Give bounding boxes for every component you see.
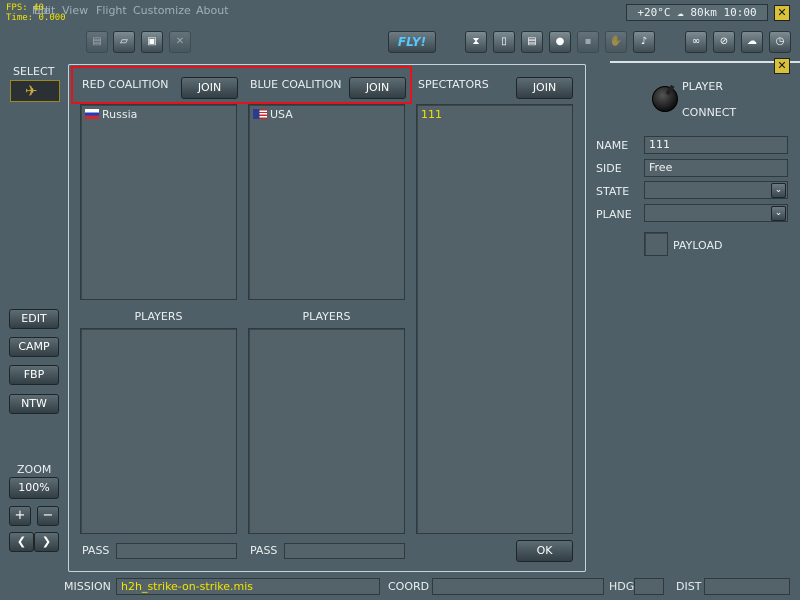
- country-name: USA: [270, 108, 293, 121]
- red-pass-label: PASS: [82, 544, 110, 557]
- red-pass-field[interactable]: [116, 543, 237, 559]
- menu-about[interactable]: About: [196, 4, 229, 17]
- dist-field: [704, 578, 790, 595]
- ntw-button[interactable]: NTW: [9, 394, 59, 414]
- red-players-list[interactable]: [80, 328, 237, 534]
- usa-flag-icon: [253, 109, 267, 119]
- zoom-label: ZOOM: [17, 463, 52, 476]
- select-label: SELECT: [13, 65, 55, 78]
- red-players-label: PLAYERS: [134, 310, 183, 323]
- state-label: STATE: [596, 185, 630, 198]
- fly-button[interactable]: FLY!: [388, 31, 436, 53]
- list-item[interactable]: 111: [417, 105, 572, 124]
- russia-flag-icon: [85, 109, 99, 119]
- menu-customize[interactable]: Customize: [133, 4, 191, 17]
- connect-label: CONNECT: [682, 106, 737, 119]
- aircraft-select-button[interactable]: [10, 80, 60, 102]
- time-text: Time: 0.000: [6, 13, 66, 23]
- close-app-button[interactable]: ✕: [774, 5, 790, 21]
- red-country-list[interactable]: Russia: [80, 104, 237, 300]
- zoom-out-button[interactable]: −: [37, 506, 59, 526]
- new-icon[interactable]: ▤: [86, 31, 108, 53]
- spectators-list[interactable]: 111: [416, 104, 573, 534]
- blue-players-label: PLAYERS: [302, 310, 351, 323]
- hand-icon[interactable]: ✋: [605, 31, 627, 53]
- weather-icon[interactable]: ☁: [741, 31, 763, 53]
- payload-label: PAYLOAD: [673, 239, 723, 252]
- mission-label: MISSION: [64, 580, 111, 593]
- list-item[interactable]: USA: [249, 105, 404, 124]
- clipboard-icon[interactable]: ▤: [521, 31, 543, 53]
- hdg-field: [634, 578, 664, 595]
- no-entry-icon[interactable]: ⊘: [713, 31, 735, 53]
- list-item[interactable]: Russia: [81, 105, 236, 124]
- sound-off-icon[interactable]: ▪: [577, 31, 599, 53]
- briefing-icon[interactable]: ▯: [493, 31, 515, 53]
- fps-readout: FPS: 40 Time: 0.000: [6, 3, 66, 23]
- chevron-down-icon[interactable]: ⌄: [771, 183, 786, 198]
- fbp-button[interactable]: FBP: [9, 365, 59, 385]
- pilot-head-icon[interactable]: ●: [549, 31, 571, 53]
- open-folder-icon[interactable]: ▱: [113, 31, 135, 53]
- dist-label: DIST: [676, 580, 702, 593]
- prev-button[interactable]: ❮: [9, 532, 34, 552]
- menu-bar: File Edit View Flight Customize About: [0, 0, 620, 22]
- payload-button[interactable]: [644, 232, 668, 256]
- country-name: Russia: [102, 108, 138, 121]
- highlight-frame: [71, 66, 412, 104]
- side-field[interactable]: Free: [644, 159, 788, 177]
- fps-text: FPS: 40: [6, 3, 44, 13]
- save-icon[interactable]: ▣: [141, 31, 163, 53]
- blue-players-list[interactable]: [248, 328, 405, 534]
- edit-button[interactable]: EDIT: [9, 309, 59, 329]
- state-select[interactable]: ⌄: [644, 181, 788, 199]
- spectators-join-button[interactable]: JOIN: [516, 77, 573, 99]
- name-label: NAME: [596, 139, 629, 152]
- player-label: PLAYER: [682, 80, 723, 93]
- menu-view[interactable]: View: [62, 4, 88, 17]
- coord-label: COORD: [388, 580, 430, 593]
- spectators-title: SPECTATORS: [418, 78, 489, 91]
- hdg-label: HDG: [609, 580, 635, 593]
- zoom-in-button[interactable]: +: [9, 506, 31, 526]
- blue-pass-field[interactable]: [284, 543, 405, 559]
- close-file-icon[interactable]: ✕: [169, 31, 191, 53]
- hourglass-icon[interactable]: ⧗: [465, 31, 487, 53]
- binoculars-icon[interactable]: ∞: [685, 31, 707, 53]
- connect-knob-icon[interactable]: [652, 86, 678, 112]
- zoom-level-button[interactable]: 100%: [9, 477, 59, 499]
- ok-button[interactable]: OK: [516, 540, 573, 562]
- blue-country-list[interactable]: USA: [248, 104, 405, 300]
- camp-button[interactable]: CAMP: [9, 337, 59, 357]
- close-panel-button[interactable]: ✕: [774, 58, 790, 74]
- next-button[interactable]: ❯: [34, 532, 59, 552]
- blue-pass-label: PASS: [250, 544, 278, 557]
- chevron-down-icon[interactable]: ⌄: [771, 206, 786, 221]
- coord-field: [432, 578, 604, 595]
- speaker-icon[interactable]: ♪: [633, 31, 655, 53]
- plane-select[interactable]: ⌄: [644, 204, 788, 222]
- divider-line: [610, 61, 800, 63]
- side-label: SIDE: [596, 162, 622, 175]
- name-field[interactable]: 111: [644, 136, 788, 154]
- menu-flight[interactable]: Flight: [96, 4, 127, 17]
- weather-display: +20°C ☁ 80km 10:00: [626, 4, 768, 21]
- clock-icon[interactable]: ◷: [769, 31, 791, 53]
- plane-label: PLANE: [596, 208, 632, 221]
- mission-field: h2h_strike-on-strike.mis: [116, 578, 380, 595]
